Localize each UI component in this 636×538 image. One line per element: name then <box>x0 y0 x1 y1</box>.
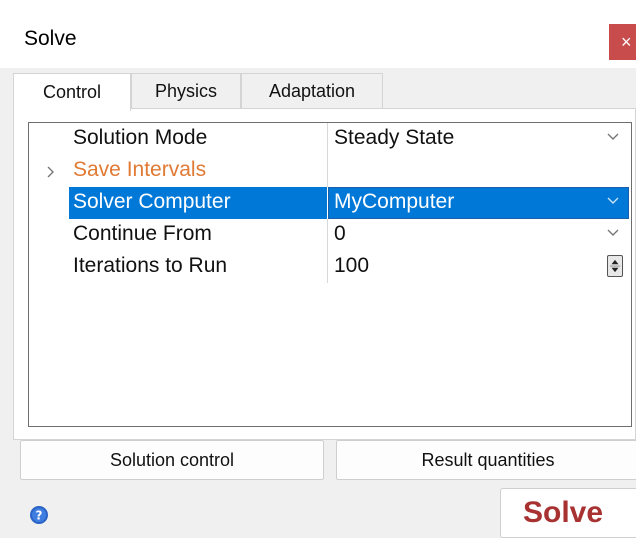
column-divider <box>327 251 328 283</box>
property-label: Iterations to Run <box>73 254 228 277</box>
button-label: Solution control <box>109 449 235 470</box>
column-divider <box>327 155 328 187</box>
property-label: Save Intervals <box>73 158 207 181</box>
help-icon[interactable]: ? <box>29 505 49 525</box>
button-label: Result quantities <box>421 449 555 470</box>
property-row-iterations-to-run[interactable]: Iterations to Run 100 <box>29 251 631 283</box>
title-bar: Solve × <box>0 0 636 68</box>
window-title: Solve <box>24 27 77 50</box>
tab-physics[interactable]: Physics <box>131 73 241 109</box>
property-value[interactable]: Steady State <box>334 126 454 150</box>
chevron-right-icon[interactable] <box>41 164 61 180</box>
result-quantities-button[interactable]: Result quantities <box>336 440 636 480</box>
property-label: Continue From <box>73 222 212 245</box>
solve-button-label: Solve <box>523 496 604 529</box>
property-value[interactable]: 0 <box>334 222 346 246</box>
tab-label: Physics <box>154 81 217 101</box>
tab-control[interactable]: Control <box>13 73 131 111</box>
chevron-down-icon[interactable] <box>605 129 621 145</box>
close-icon: × <box>621 31 632 52</box>
property-grid: Solution Mode Steady State Save Interval… <box>28 122 632 427</box>
property-row-continue-from[interactable]: Continue From 0 <box>29 219 631 251</box>
chevron-down-icon[interactable] <box>605 225 621 241</box>
tab-label: Adaptation <box>268 81 356 101</box>
column-divider <box>327 123 328 155</box>
property-row-save-intervals[interactable]: Save Intervals <box>29 155 631 187</box>
column-divider <box>327 219 328 251</box>
solve-button[interactable]: Solve <box>500 488 636 538</box>
property-row-solver-computer[interactable]: Solver Computer MyComputer <box>29 187 631 219</box>
tab-label: Control <box>42 82 102 102</box>
property-row-solution-mode[interactable]: Solution Mode Steady State <box>29 123 631 155</box>
property-value[interactable]: MyComputer <box>334 190 454 214</box>
property-label: Solution Mode <box>73 126 208 149</box>
iterations-input[interactable]: 100 <box>334 254 369 278</box>
solution-control-button[interactable]: Solution control <box>20 440 324 480</box>
tab-adaptation[interactable]: Adaptation <box>241 73 383 109</box>
spinner-up-down-icon[interactable] <box>607 255 623 277</box>
chevron-down-icon[interactable] <box>605 193 621 209</box>
svg-text:?: ? <box>36 509 43 523</box>
close-button[interactable]: × <box>609 24 636 60</box>
tab-strip: Control Physics Adaptation <box>13 73 636 111</box>
property-label: Solver Computer <box>69 187 327 219</box>
